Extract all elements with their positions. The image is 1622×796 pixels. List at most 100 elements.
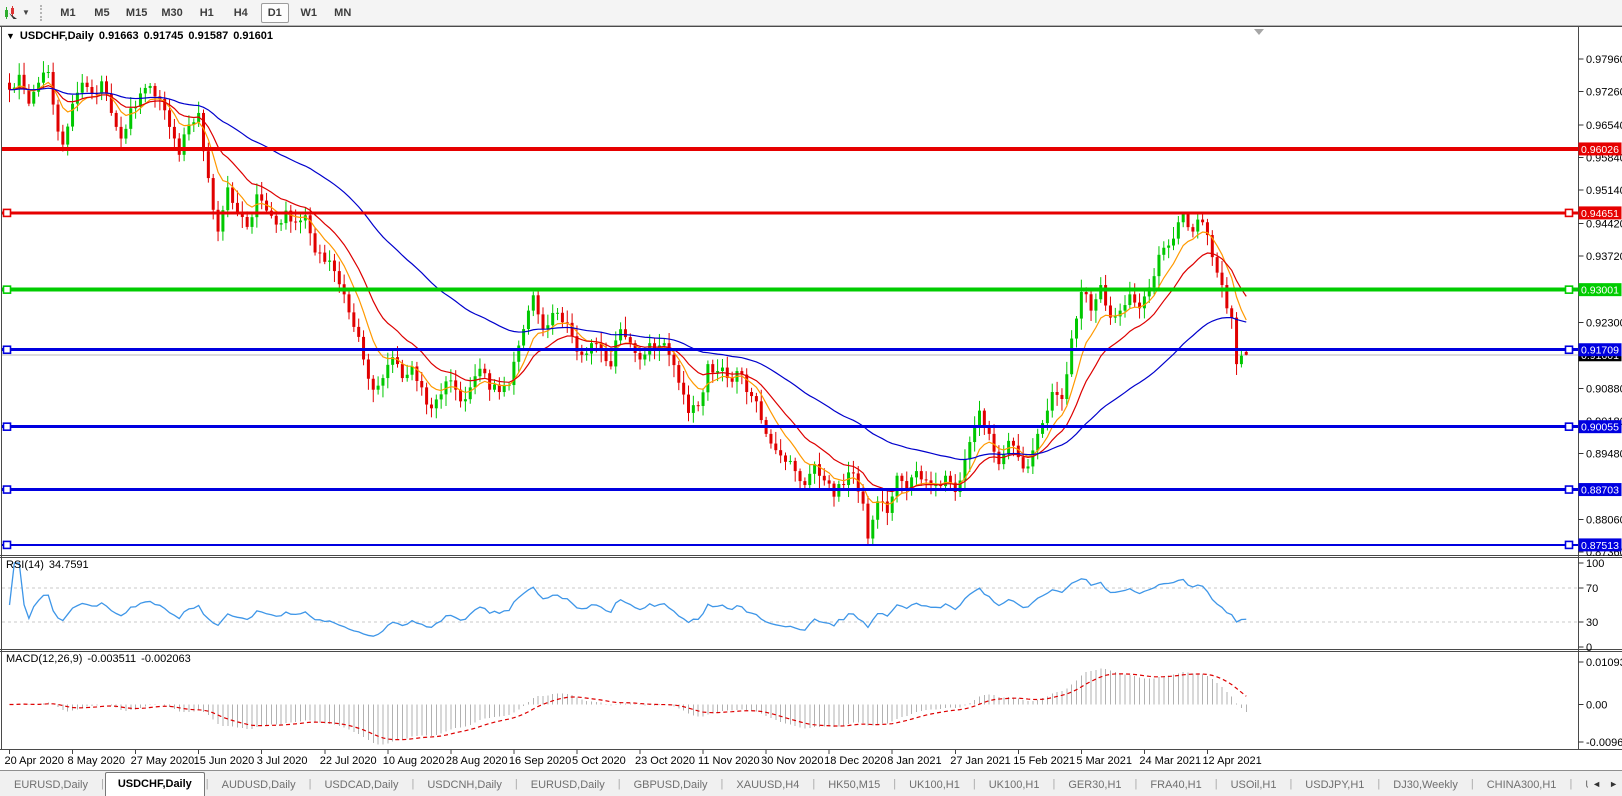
chart-tab-hk50-m15[interactable]: HK50,M15 <box>816 775 892 796</box>
tab-separator: | <box>1289 778 1292 790</box>
chart-tab-usdjpy-h1[interactable]: USDJPY,H1 <box>1293 775 1376 796</box>
macd-main-value: -0.003511 <box>87 653 136 665</box>
svg-text:22 Jul 2020: 22 Jul 2020 <box>320 755 377 767</box>
svg-text:0.92300: 0.92300 <box>1586 317 1622 329</box>
timeframe-button-d1[interactable]: D1 <box>261 3 289 23</box>
chart-tab-usdchf-daily[interactable]: USDCHF,Daily <box>105 772 205 796</box>
svg-text:27 May 2020: 27 May 2020 <box>131 755 195 767</box>
tab-scroll-right-icon[interactable]: ► <box>1609 779 1618 789</box>
ohlc-open: 0.91663 <box>99 30 139 42</box>
chart-tab-uk100-h1[interactable]: UK100,H1 <box>897 775 972 796</box>
tab-separator: | <box>206 778 209 790</box>
svg-text:0.89480: 0.89480 <box>1586 448 1622 460</box>
price-scale[interactable]: 0.979600.972600.965400.958400.951400.944… <box>1579 54 1622 749</box>
top-toolbar: ▼ M1 M5 M15 M30 H1 H4 D1 W1 MN <box>0 0 1622 26</box>
macd-pane <box>10 668 1247 744</box>
svg-text:0.91709: 0.91709 <box>1581 345 1619 357</box>
one-click-trading-arrow[interactable]: ▼ <box>6 31 15 41</box>
chart-title-symbol: USDCHF,Daily <box>20 30 94 42</box>
rsi-indicator-label: RSI(14)34.7591 <box>6 559 89 571</box>
ohlc-high: 0.91745 <box>144 30 184 42</box>
timeframe-button-m30[interactable]: M30 <box>157 3 186 23</box>
chart-tab-audusd-daily[interactable]: AUDUSD,Daily <box>210 775 308 796</box>
chart-tab-eurusd-daily[interactable]: EURUSD,Daily <box>2 775 100 796</box>
svg-text:0.97260: 0.97260 <box>1586 87 1622 99</box>
chart-tab-usdcnh-daily[interactable]: USDCNH,Daily <box>415 775 514 796</box>
chart-tab-bar: EURUSD,Daily|USDCHF,Daily|AUDUSD,Daily|U… <box>0 770 1622 796</box>
chart-tab-uk100-h1[interactable]: UK100,H1 <box>977 775 1052 796</box>
svg-text:0.90055: 0.90055 <box>1581 422 1619 434</box>
tab-separator: | <box>1377 778 1380 790</box>
svg-text:8 May 2020: 8 May 2020 <box>68 755 125 767</box>
svg-text:0.94420: 0.94420 <box>1586 219 1622 231</box>
timeframe-button-m15[interactable]: M15 <box>122 3 151 23</box>
svg-text:24 Mar 2021: 24 Mar 2021 <box>1139 755 1201 767</box>
svg-text:0.010933: 0.010933 <box>1586 657 1622 669</box>
tab-separator: | <box>1569 778 1572 790</box>
svg-text:0.90880: 0.90880 <box>1586 383 1622 395</box>
chart-tab-fra40-h1[interactable]: FRA40,H1 <box>1138 775 1213 796</box>
svg-text:0.94651: 0.94651 <box>1581 208 1619 220</box>
tab-scroll-left-icon[interactable]: ◄ <box>1592 779 1601 789</box>
svg-text:0.97960: 0.97960 <box>1586 54 1622 66</box>
date-axis[interactable]: 20 Apr 20208 May 202027 May 202015 Jun 2… <box>5 750 1262 767</box>
chart-tab-usoil-h1[interactable]: USOil,H1 <box>1219 775 1289 796</box>
svg-text:30 Nov 2020: 30 Nov 2020 <box>761 755 823 767</box>
svg-text:0.93001: 0.93001 <box>1581 285 1619 297</box>
chart-tab-dj30-weekly[interactable]: DJ30,Weekly <box>1381 775 1470 796</box>
tab-separator: | <box>812 778 815 790</box>
tab-separator: | <box>309 778 312 790</box>
chart-tab-ger30-h1[interactable]: GER30,H1 <box>1056 775 1133 796</box>
rsi-pane <box>2 563 1578 636</box>
chart-tab-gbpusd-daily[interactable]: GBPUSD,Daily <box>622 775 720 796</box>
svg-text:0.95140: 0.95140 <box>1586 185 1622 197</box>
chart-shift-marker[interactable] <box>1254 29 1264 35</box>
svg-text:8 Jan 2021: 8 Jan 2021 <box>887 755 941 767</box>
svg-text:15 Feb 2021: 15 Feb 2021 <box>1013 755 1075 767</box>
toolbar-separator <box>40 5 42 21</box>
svg-text:5 Oct 2020: 5 Oct 2020 <box>572 755 626 767</box>
timeframe-button-h1[interactable]: H1 <box>193 3 221 23</box>
main-price-pane <box>2 61 1578 548</box>
timeframe-buttons: M1 M5 M15 M30 H1 H4 D1 W1 MN <box>51 3 360 23</box>
candlestick-series <box>8 61 1248 545</box>
moving-average-line <box>10 82 1247 504</box>
tab-separator: | <box>721 778 724 790</box>
macd-name: MACD(12,26,9) <box>6 653 82 665</box>
svg-text:23 Oct 2020: 23 Oct 2020 <box>635 755 695 767</box>
chart-tab-eurusd-daily[interactable]: EURUSD,Daily <box>519 775 617 796</box>
chart-tab-usdcad-daily[interactable]: USDCAD,Daily <box>312 775 410 796</box>
svg-text:5 Mar 2021: 5 Mar 2021 <box>1076 755 1132 767</box>
chart-tab-china300-h1[interactable]: CHINA300,H1 <box>1475 775 1569 796</box>
ohlc-low: 0.91587 <box>188 30 228 42</box>
chart-window[interactable]: 0.979600.972600.965400.958400.951400.944… <box>0 26 1622 770</box>
svg-text:20 Apr 2020: 20 Apr 2020 <box>5 755 64 767</box>
timeframe-button-m1[interactable]: M1 <box>54 3 82 23</box>
timeframe-button-w1[interactable]: W1 <box>295 3 323 23</box>
tab-scroll-nav: ◄ ► <box>1588 771 1622 796</box>
svg-text:18 Dec 2020: 18 Dec 2020 <box>824 755 886 767</box>
chart-cursor-icon[interactable] <box>2 4 20 22</box>
tab-separator: | <box>618 778 621 790</box>
timeframe-button-mn[interactable]: MN <box>329 3 357 23</box>
svg-text:0.96540: 0.96540 <box>1586 120 1622 132</box>
svg-text:3 Jul 2020: 3 Jul 2020 <box>257 755 308 767</box>
timeframe-button-h4[interactable]: H4 <box>227 3 255 23</box>
timeframe-button-m5[interactable]: M5 <box>88 3 116 23</box>
tab-separator: | <box>1471 778 1474 790</box>
chart-title: ▼ USDCHF,Daily 0.91663 0.91745 0.91587 0.9160… <box>6 30 273 42</box>
svg-text:0.88703: 0.88703 <box>1581 485 1619 497</box>
moving-average-line <box>10 88 1247 459</box>
macd-signal-value: -0.002063 <box>141 653 191 665</box>
svg-text:100: 100 <box>1586 558 1604 570</box>
ohlc-close: 0.91601 <box>233 30 273 42</box>
svg-text:-0.009653: -0.009653 <box>1586 737 1622 749</box>
svg-text:0.00: 0.00 <box>1586 700 1607 712</box>
tab-separator: | <box>1135 778 1138 790</box>
toolbar-dropdown-caret[interactable]: ▼ <box>22 8 30 17</box>
svg-text:0.88060: 0.88060 <box>1586 514 1622 526</box>
tab-separator: | <box>515 778 518 790</box>
chart-canvas[interactable]: 0.979600.972600.965400.958400.951400.944… <box>0 26 1622 770</box>
chart-tab-xauusd-h4[interactable]: XAUUSD,H4 <box>724 775 811 796</box>
tab-separator: | <box>101 778 104 790</box>
